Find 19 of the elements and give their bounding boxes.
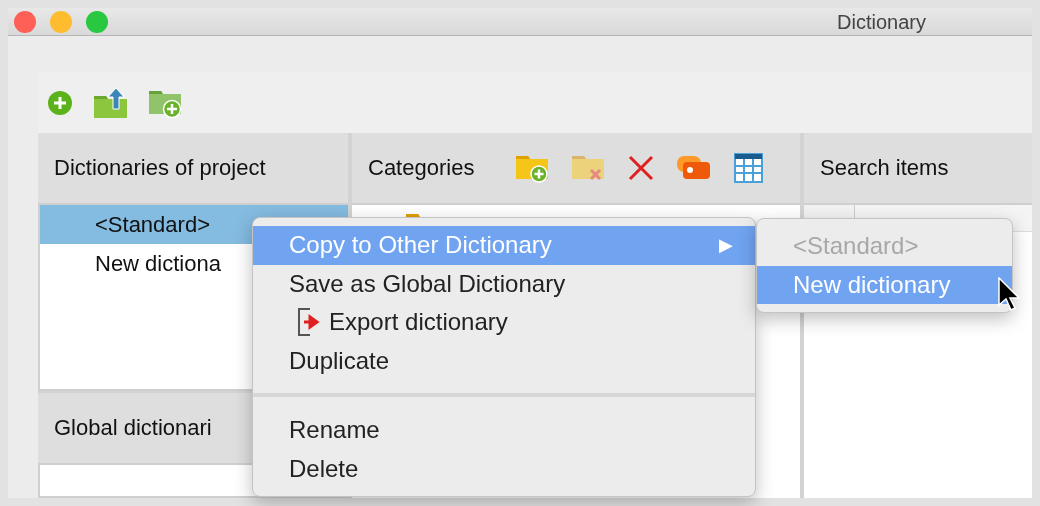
menu-item[interactable]: Export dictionary: [253, 303, 755, 342]
pane-header: Global dictionari: [54, 415, 212, 441]
cursor-icon: [998, 277, 1020, 311]
close-icon[interactable]: [628, 155, 655, 181]
menu-item[interactable]: Rename: [253, 411, 755, 450]
folder-delete-icon[interactable]: [572, 153, 607, 183]
window-title: Dictionary: [837, 11, 926, 34]
add-icon[interactable]: [48, 90, 72, 115]
menu-item[interactable]: Delete: [253, 449, 755, 488]
pane-header: Categories: [368, 155, 475, 181]
menu-item[interactable]: Duplicate: [253, 341, 755, 380]
minimize-button[interactable]: [50, 10, 72, 33]
folder-add-icon[interactable]: [516, 153, 551, 183]
pane-header: Dictionaries of project: [54, 155, 266, 181]
close-button[interactable]: [14, 10, 36, 33]
pane-header: Search items: [820, 155, 949, 181]
menu-item[interactable]: Save as Global Dictionary: [253, 264, 755, 303]
zoom-button[interactable]: [86, 10, 108, 33]
folder-upload-icon[interactable]: [94, 87, 127, 118]
